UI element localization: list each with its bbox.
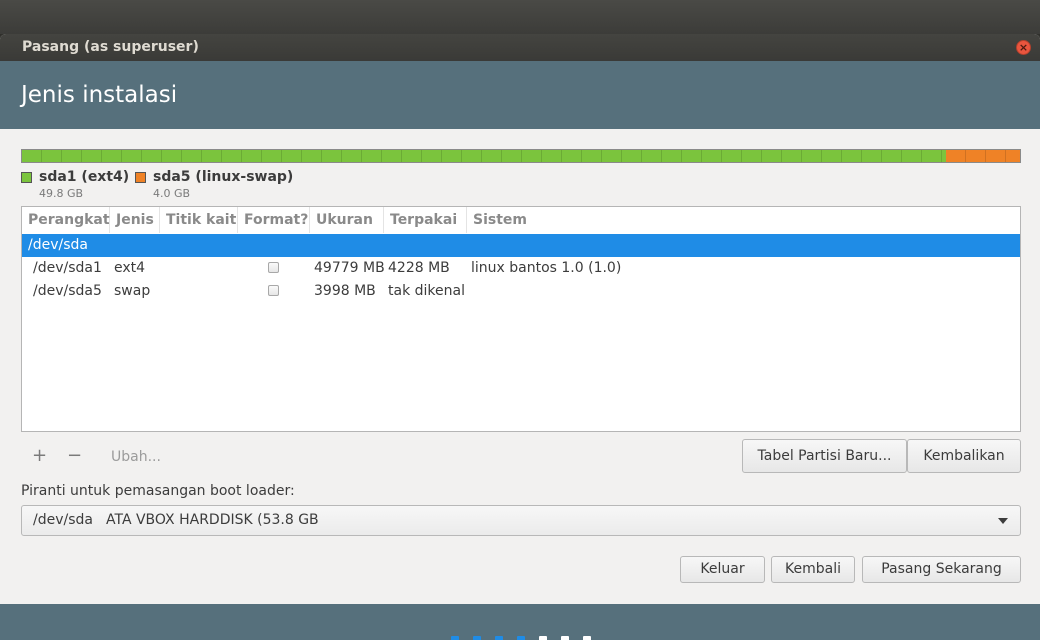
- chevron-down-icon: [998, 518, 1008, 524]
- progress-dot: [561, 636, 569, 640]
- partition-bar: [21, 149, 1021, 163]
- cell-size: 3998 MB: [314, 283, 376, 299]
- close-icon[interactable]: ×: [1016, 40, 1031, 55]
- add-partition-button[interactable]: +: [32, 444, 47, 468]
- bootloader-label: Piranti untuk pemasangan boot loader:: [21, 483, 295, 499]
- progress-dot: [495, 636, 503, 640]
- column-header-format[interactable]: Format?: [238, 207, 310, 233]
- revert-button[interactable]: Kembalikan: [907, 439, 1021, 473]
- cell-used: tak dikenal: [388, 283, 465, 299]
- column-header-system[interactable]: Sistem: [467, 207, 1020, 233]
- remove-partition-button[interactable]: −: [67, 444, 82, 468]
- legend-size: 4.0 GB: [153, 187, 191, 200]
- table-row-sda1[interactable]: /dev/sda1 ext4 49779 MB 4228 MB linux ba…: [22, 257, 1020, 280]
- window-titlebar[interactable]: Pasang (as superuser) ×: [0, 34, 1040, 61]
- cell-used: 4228 MB: [388, 260, 450, 276]
- desktop-top-panel: [0, 0, 1040, 34]
- legend-name: sda1 (ext4): [39, 169, 130, 185]
- cell-type: swap: [114, 283, 151, 299]
- partition-table[interactable]: Perangkat Jenis Titik kait Format? Ukura…: [21, 206, 1021, 432]
- format-checkbox[interactable]: [268, 262, 279, 273]
- column-header-size[interactable]: Ukuran: [310, 207, 384, 233]
- table-row-sda[interactable]: /dev/sda: [22, 234, 1020, 257]
- progress-dot: [517, 636, 525, 640]
- legend-size: 49.8 GB: [39, 187, 84, 200]
- new-partition-table-button[interactable]: Tabel Partisi Baru...: [742, 439, 907, 473]
- legend-swatch-ext4: [21, 172, 32, 183]
- cell-system: linux bantos 1.0 (1.0): [471, 260, 622, 276]
- progress-dot: [451, 636, 459, 640]
- column-header-device[interactable]: Perangkat: [22, 207, 110, 233]
- cell-size: 49779 MB: [314, 260, 385, 276]
- cell-device: /dev/sda1: [33, 260, 102, 276]
- progress-dot: [473, 636, 481, 640]
- page-header: Jenis instalasi: [0, 61, 1040, 129]
- edit-partition-button[interactable]: Ubah...: [111, 448, 161, 466]
- install-now-button[interactable]: Pasang Sekarang: [862, 556, 1021, 583]
- legend-swatch-swap: [135, 172, 146, 183]
- bootloader-model: ATA VBOX HARDDISK (53.8 GB: [106, 512, 319, 528]
- format-checkbox[interactable]: [268, 285, 279, 296]
- table-row-sda5[interactable]: /dev/sda5 swap 3998 MB tak dikenal: [22, 280, 1020, 303]
- legend-name: sda5 (linux-swap): [153, 169, 294, 185]
- installer-window: Pasang (as superuser) × Jenis instalasi …: [0, 34, 1040, 640]
- column-header-type[interactable]: Jenis: [110, 207, 160, 233]
- page-title: Jenis instalasi: [21, 82, 178, 108]
- bootloader-device-select[interactable]: /dev/sda ATA VBOX HARDDISK (53.8 GB: [21, 505, 1021, 536]
- progress-footer: [0, 604, 1040, 640]
- window-title: Pasang (as superuser): [22, 39, 199, 55]
- progress-dot: [583, 636, 591, 640]
- back-button[interactable]: Kembali: [771, 556, 855, 583]
- column-header-used[interactable]: Terpakai: [384, 207, 467, 233]
- cell-device: /dev/sda: [28, 237, 88, 253]
- bootloader-device: /dev/sda: [33, 512, 93, 528]
- quit-button[interactable]: Keluar: [680, 556, 765, 583]
- progress-dot: [539, 636, 547, 640]
- partition-bar-segment-sda1: [22, 150, 947, 162]
- cell-type: ext4: [114, 260, 146, 276]
- partition-bar-segment-sda5: [946, 150, 1020, 162]
- column-header-mount[interactable]: Titik kait: [160, 207, 238, 233]
- cell-device: /dev/sda5: [33, 283, 102, 299]
